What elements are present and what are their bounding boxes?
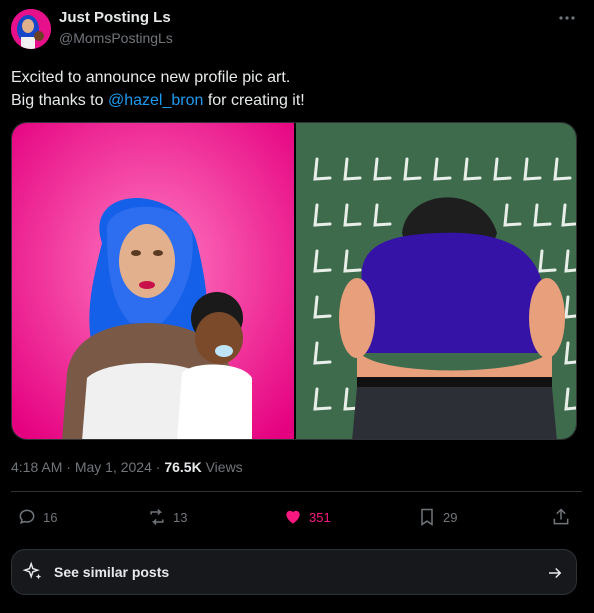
more-dots-icon[interactable]	[556, 9, 578, 27]
bookmark-count: 29	[443, 509, 458, 525]
post-time[interactable]: 4:18 AM	[11, 459, 62, 475]
tweet: Just Posting Ls @MomsPostingLs Excited t…	[0, 0, 594, 613]
mention-link[interactable]: @hazel_bron	[108, 92, 203, 109]
post-line-2: Big thanks to @hazel_bron for creating i…	[11, 89, 581, 112]
post-date[interactable]: May 1, 2024	[75, 459, 152, 475]
like-button[interactable]: 351	[283, 505, 331, 529]
views-count: 76.5K	[164, 459, 202, 475]
share-icon	[553, 508, 569, 525]
l-pattern-image[interactable]	[296, 123, 577, 440]
share-button[interactable]	[551, 505, 577, 529]
post-line-1: Excited to announce new profile pic art.	[11, 69, 291, 86]
see-similar-posts-button[interactable]: See similar posts	[11, 549, 577, 595]
post-line-2-suffix: for creating it!	[203, 92, 305, 109]
reply-icon	[19, 509, 35, 525]
views-label: Views	[201, 459, 243, 475]
like-count: 351	[309, 509, 331, 525]
see-similar-posts-label: See similar posts	[54, 564, 170, 580]
meta-separator: ·	[62, 459, 75, 475]
repost-icon	[150, 508, 164, 526]
heart-filled-icon	[286, 510, 300, 524]
bookmark-button[interactable]: 29	[417, 505, 457, 529]
post-text: Excited to announce new profile pic art.…	[11, 66, 581, 112]
mom-portrait-image[interactable]	[12, 123, 294, 440]
post-meta: 4:18 AM · May 1, 2024 · 76.5K Views	[11, 459, 243, 475]
repost-count: 13	[173, 509, 188, 525]
reply-button[interactable]: 16	[17, 505, 57, 529]
post-media[interactable]	[11, 122, 577, 440]
author-name[interactable]: Just Posting Ls	[59, 9, 171, 26]
author-handle[interactable]: @MomsPostingLs	[59, 30, 173, 46]
avatar[interactable]	[11, 9, 51, 49]
reply-count: 16	[43, 509, 58, 525]
bookmark-icon	[421, 508, 433, 526]
arrow-right-icon	[549, 567, 562, 579]
meta-separator: ·	[151, 459, 165, 475]
repost-button[interactable]: 13	[147, 505, 187, 529]
divider	[11, 491, 582, 492]
action-bar: 16 13 351 29	[11, 505, 582, 529]
sparkle-icon	[22, 561, 42, 580]
post-line-2-prefix: Big thanks to	[11, 92, 108, 109]
